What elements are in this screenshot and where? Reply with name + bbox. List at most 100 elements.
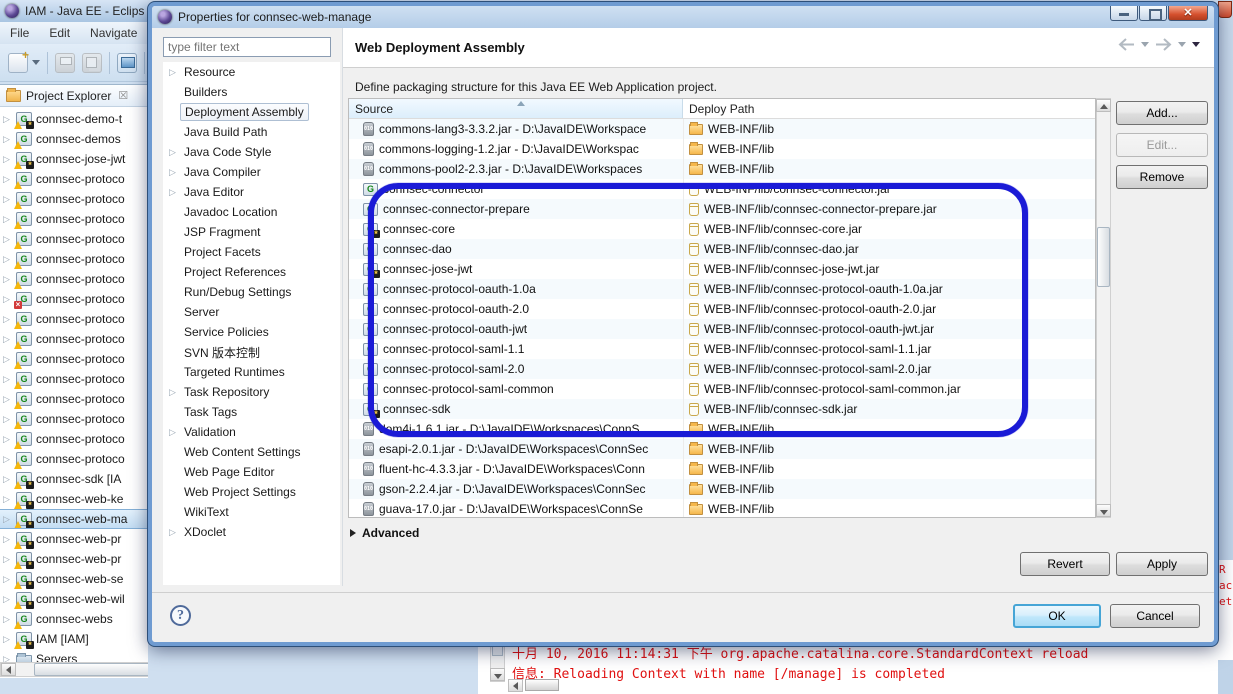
- project-explorer-item[interactable]: ▷ connsec-protoco: [0, 389, 148, 409]
- expander-icon[interactable]: ▷: [3, 309, 12, 329]
- project-explorer-item[interactable]: ▷ connsec-protoco: [0, 309, 148, 329]
- menu-item[interactable]: Navigate: [90, 26, 137, 44]
- help-button[interactable]: ?: [170, 605, 191, 626]
- project-explorer-item[interactable]: ▷ connsec-protoco: [0, 449, 148, 469]
- expander-icon[interactable]: ▷: [3, 329, 12, 349]
- view-menu-icon[interactable]: [1192, 42, 1200, 47]
- expander-icon[interactable]: ▷: [3, 389, 12, 409]
- forward-history-dropdown-icon[interactable]: [1178, 42, 1186, 47]
- save-icon[interactable]: [55, 53, 75, 73]
- expander-icon[interactable]: ▷: [3, 449, 12, 469]
- ok-button[interactable]: OK: [1013, 604, 1101, 628]
- project-explorer-item[interactable]: ▷ connsec-webs: [0, 609, 148, 629]
- project-explorer-item[interactable]: ▷ connsec-web-wil: [0, 589, 148, 609]
- scrollbar-thumb[interactable]: [1097, 227, 1110, 287]
- project-explorer-item[interactable]: ▷ connsec-protoco: [0, 349, 148, 369]
- project-explorer-item[interactable]: ▷ connsec-protoco: [0, 369, 148, 389]
- assembly-row[interactable]: commons-logging-1.2.jar - D:\JavaIDE\Wor…: [349, 139, 1095, 159]
- assembly-row[interactable]: gson-2.2.4.jar - D:\JavaIDE\Workspaces\C…: [349, 479, 1095, 499]
- console-view-icon[interactable]: [117, 53, 137, 73]
- properties-tree-item[interactable]: ▷ Validation: [163, 422, 340, 442]
- expander-icon[interactable]: ▷: [3, 429, 12, 449]
- forward-arrow-icon[interactable]: [1155, 38, 1172, 51]
- project-explorer-item[interactable]: ▷ connsec-protoco: [0, 409, 148, 429]
- properties-tree-item[interactable]: ▷ Java Editor: [163, 182, 340, 202]
- project-explorer-tab[interactable]: Project Explorer ☒: [0, 85, 148, 107]
- project-explorer-item[interactable]: ▷ IAM [IAM]: [0, 629, 148, 649]
- assembly-row[interactable]: connsec-protocol-oauth-1.0a WEB-INF/lib/…: [349, 279, 1095, 299]
- expander-icon[interactable]: ▷: [3, 109, 12, 129]
- assembly-row[interactable]: guava-17.0.jar - D:\JavaIDE\Workspaces\C…: [349, 499, 1095, 518]
- table-vertical-scrollbar[interactable]: [1096, 98, 1111, 518]
- filter-input[interactable]: [163, 37, 331, 57]
- assembly-row[interactable]: esapi-2.0.1.jar - D:\JavaIDE\Workspaces\…: [349, 439, 1095, 459]
- assembly-row[interactable]: connsec-protocol-saml-1.1 WEB-INF/lib/co…: [349, 339, 1095, 359]
- expander-icon[interactable]: ▷: [3, 209, 12, 229]
- project-explorer-item[interactable]: ▷ connsec-protoco: [0, 189, 148, 209]
- project-explorer-item[interactable]: ▷ connsec-protoco: [0, 269, 148, 289]
- project-explorer-item[interactable]: ▷ connsec-demos: [0, 129, 148, 149]
- properties-tree-item[interactable]: ▷ Service Policies: [163, 322, 340, 342]
- expander-icon[interactable]: ▷: [3, 549, 12, 569]
- expander-icon[interactable]: ▷: [3, 489, 12, 509]
- expander-icon[interactable]: ▷: [3, 169, 12, 189]
- project-explorer-item[interactable]: ▷ connsec-protoco: [0, 429, 148, 449]
- project-explorer-item[interactable]: ▷ connsec-web-ma: [0, 509, 148, 529]
- new-wizard-icon[interactable]: [8, 53, 28, 73]
- properties-tree-item[interactable]: ▷ Javadoc Location: [163, 202, 340, 222]
- assembly-row[interactable]: connsec-connector-prepare WEB-INF/lib/co…: [349, 199, 1095, 219]
- properties-tree-item[interactable]: ▷ Task Repository: [163, 382, 340, 402]
- expander-icon[interactable]: ▷: [169, 62, 178, 82]
- expander-icon[interactable]: ▷: [169, 522, 178, 542]
- properties-tree-item[interactable]: ▷ Web Content Settings: [163, 442, 340, 462]
- properties-tree-item[interactable]: ▷ Web Page Editor: [163, 462, 340, 482]
- scroll-up-icon[interactable]: [1096, 99, 1111, 112]
- assembly-row[interactable]: connsec-protocol-saml-2.0 WEB-INF/lib/co…: [349, 359, 1095, 379]
- expander-icon[interactable]: ▷: [3, 609, 12, 629]
- properties-tree-item[interactable]: ▷ Run/Debug Settings: [163, 282, 340, 302]
- properties-tree-item[interactable]: ▷ JSP Fragment: [163, 222, 340, 242]
- expander-icon[interactable]: ▷: [3, 469, 12, 489]
- project-explorer-item[interactable]: ▷ connsec-protoco: [0, 209, 148, 229]
- project-explorer-item[interactable]: ▷ connsec-protoco: [0, 229, 148, 249]
- assembly-row[interactable]: commons-lang3-3.3.2.jar - D:\JavaIDE\Wor…: [349, 119, 1095, 139]
- explorer-horizontal-scrollbar[interactable]: [0, 662, 148, 677]
- scroll-left-icon[interactable]: [1, 663, 16, 676]
- project-explorer-item[interactable]: ▷ connsec-web-pr: [0, 549, 148, 569]
- properties-tree-item[interactable]: ▷ Deployment Assembly: [163, 102, 340, 122]
- properties-tree-item[interactable]: ▷ XDoclet: [163, 522, 340, 542]
- assembly-row[interactable]: fluent-hc-4.3.3.jar - D:\JavaIDE\Workspa…: [349, 459, 1095, 479]
- properties-tree-item[interactable]: ▷ Targeted Runtimes: [163, 362, 340, 382]
- column-header-deploy-path[interactable]: Deploy Path: [683, 99, 1095, 118]
- expander-icon[interactable]: ▷: [3, 189, 12, 209]
- properties-tree-item[interactable]: ▷ Project References: [163, 262, 340, 282]
- console-horizontal-scrollbar[interactable]: [508, 678, 1228, 692]
- scrollbar-thumb[interactable]: [34, 663, 148, 676]
- expander-icon[interactable]: ▷: [3, 229, 12, 249]
- properties-tree-item[interactable]: ▷ Builders: [163, 82, 340, 102]
- menu-item[interactable]: Edit: [49, 26, 70, 44]
- column-header-source[interactable]: Source: [349, 99, 683, 118]
- project-explorer-item[interactable]: ▷ connsec-protoco: [0, 329, 148, 349]
- dialog-titlebar[interactable]: Properties for connsec-web-manage: [152, 6, 1214, 28]
- expander-icon[interactable]: ▷: [3, 289, 12, 309]
- assembly-row[interactable]: connsec-sdk WEB-INF/lib/connsec-sdk.jar: [349, 399, 1095, 419]
- expander-icon[interactable]: ▷: [169, 422, 178, 442]
- expander-icon[interactable]: ▷: [3, 149, 12, 169]
- expander-icon[interactable]: ▷: [3, 349, 12, 369]
- expander-icon[interactable]: ▷: [3, 509, 12, 529]
- assembly-row[interactable]: connsec-jose-jwt WEB-INF/lib/connsec-jos…: [349, 259, 1095, 279]
- expander-icon[interactable]: ▷: [3, 249, 12, 269]
- expander-icon[interactable]: ▷: [3, 629, 12, 649]
- project-explorer-item[interactable]: ▷ connsec-sdk [IA: [0, 469, 148, 489]
- save-all-icon[interactable]: [82, 53, 102, 73]
- scroll-left-icon[interactable]: [508, 679, 523, 692]
- properties-tree-item[interactable]: ▷ Project Facets: [163, 242, 340, 262]
- assembly-row[interactable]: connsec-connector WEB-INF/lib/connsec-co…: [349, 179, 1095, 199]
- expander-icon[interactable]: ▷: [3, 529, 12, 549]
- assembly-row[interactable]: dom4j-1.6.1.jar - D:\JavaIDE\Workspaces\…: [349, 419, 1095, 439]
- cancel-button[interactable]: Cancel: [1110, 604, 1200, 628]
- expander-icon[interactable]: ▷: [3, 409, 12, 429]
- expander-icon[interactable]: ▷: [3, 569, 12, 589]
- edit-button[interactable]: Edit...: [1116, 133, 1208, 157]
